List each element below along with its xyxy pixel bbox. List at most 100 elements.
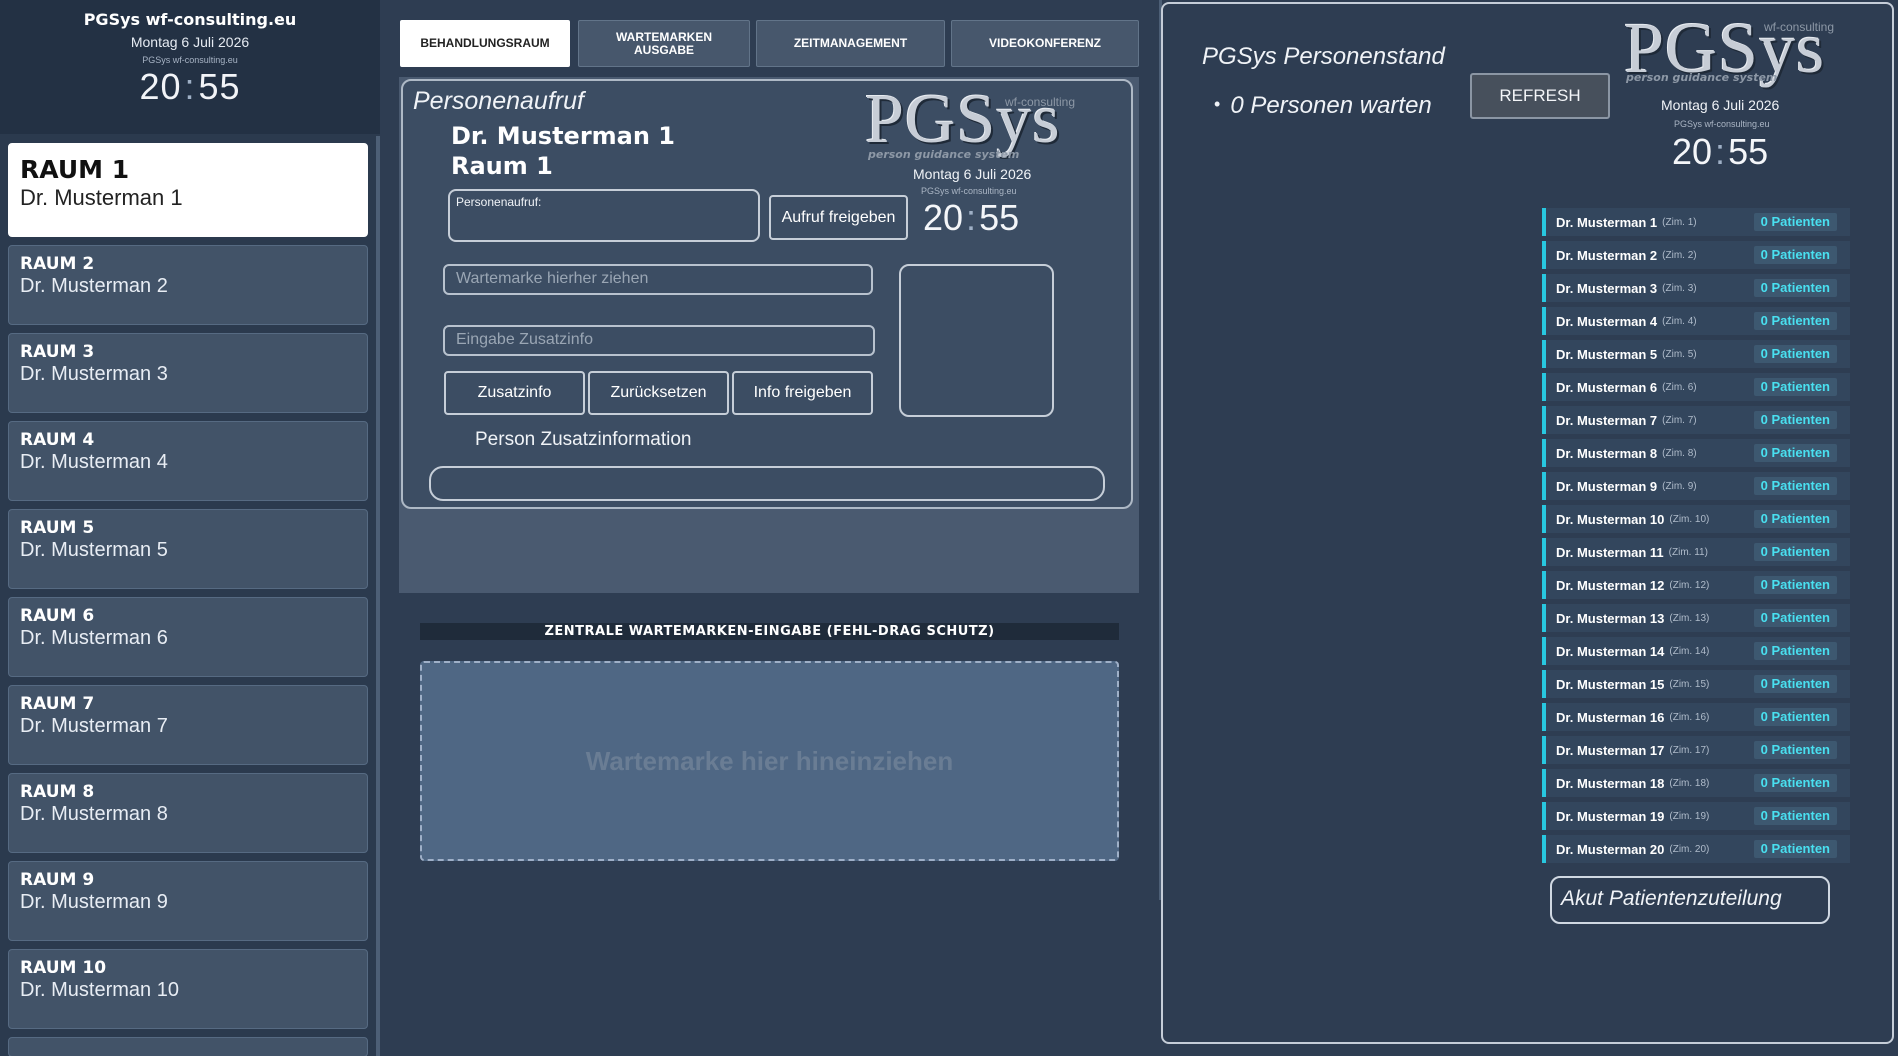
tab-label: ZEITMANAGEMENT (793, 36, 908, 50)
doctor-name: Dr. Musterman 1 (1556, 214, 1658, 230)
doctor-room: (Zim. 14) (1669, 645, 1710, 657)
doctor-row[interactable]: Dr. Musterman 11 (Zim. 11) 0 Patienten (1542, 538, 1850, 566)
doctor-room: (Zim. 8) (1662, 447, 1697, 459)
room-doctor: Dr. Musterman 7 (20, 715, 168, 737)
doctor-row[interactable]: Dr. Musterman 16 (Zim. 16) 0 Patienten (1542, 703, 1850, 731)
patient-count-badge: 0 Patienten (1753, 741, 1837, 759)
doctor-room: (Zim. 19) (1669, 810, 1710, 822)
doctor-row[interactable]: Dr. Musterman 6 (Zim. 6) 0 Patienten (1542, 373, 1850, 401)
room-label: RAUM 10 (20, 958, 107, 978)
header-small-label: PGSys wf-consulting.eu (142, 55, 238, 65)
doctor-name: Dr. Musterman 3 (1556, 280, 1658, 296)
doctor-name: Dr. Musterman 8 (1556, 445, 1658, 461)
extra-info-label: Person Zusatzinformation (475, 429, 692, 450)
doctor-name: Dr. Musterman 2 (1556, 247, 1658, 263)
doctor-room: (Zim. 6) (1662, 381, 1697, 393)
doctor-row[interactable]: Dr. Musterman 5 (Zim. 5) 0 Patienten (1542, 340, 1850, 368)
call-field-label: Personenaufruf: (456, 195, 542, 209)
doctor-name: Dr. Musterman 9 (1556, 478, 1658, 494)
room-item-8[interactable]: RAUM 8 Dr. Musterman 8 (8, 773, 368, 853)
tab-zeitmanagement[interactable]: ZEITMANAGEMENT (756, 20, 945, 67)
room-doctor: Dr. Musterman 5 (20, 539, 168, 561)
doctor-room: (Zim. 2) (1662, 249, 1697, 261)
doctor-row[interactable]: Dr. Musterman 4 (Zim. 4) 0 Patienten (1542, 307, 1850, 335)
doctor-name: Dr. Musterman 7 (1556, 412, 1658, 428)
doctor-row[interactable]: Dr. Musterman 15 (Zim. 15) 0 Patienten (1542, 670, 1850, 698)
tab-behandlungsraum[interactable]: BEHANDLUNGSRAUM (400, 20, 570, 67)
refresh-button[interactable]: REFRESH (1470, 73, 1610, 119)
room-item-6[interactable]: RAUM 6 Dr. Musterman 6 (8, 597, 368, 677)
header-date: Montag 6 Juli 2026 (130, 34, 250, 50)
room-doctor: Dr. Musterman 3 (20, 363, 168, 385)
patient-count-badge: 0 Patienten (1753, 213, 1837, 231)
doctor-room: (Zim. 20) (1669, 843, 1710, 855)
doctor-row[interactable]: Dr. Musterman 2 (Zim. 2) 0 Patienten (1542, 241, 1850, 269)
room-item-partial[interactable] (8, 1037, 368, 1056)
doctor-room: (Zim. 16) (1669, 711, 1710, 723)
doctor-row[interactable]: Dr. Musterman 7 (Zim. 7) 0 Patienten (1542, 406, 1850, 434)
room-label: RAUM 7 (20, 694, 95, 714)
call-input-field[interactable]: Personenaufruf: (448, 189, 760, 242)
logo-tagline: wf-consulting (1764, 20, 1835, 34)
org-name: PGSys wf-consulting.eu (83, 10, 297, 29)
doctor-row[interactable]: Dr. Musterman 20 (Zim. 20) 0 Patienten (1542, 835, 1850, 863)
doctor-room: (Zim. 17) (1669, 744, 1710, 756)
ticket-preview-box (899, 264, 1054, 417)
doctor-room: (Zim. 13) (1669, 612, 1710, 624)
doctor-room: (Zim. 12) (1669, 579, 1710, 591)
release-info-button[interactable]: Info freigeben (732, 371, 873, 415)
doctor-row[interactable]: Dr. Musterman 14 (Zim. 14) 0 Patienten (1542, 637, 1850, 665)
doctor-row[interactable]: Dr. Musterman 13 (Zim. 13) 0 Patienten (1542, 604, 1850, 632)
doctor-row[interactable]: Dr. Musterman 12 (Zim. 12) 0 Patienten (1542, 571, 1850, 599)
release-call-button[interactable]: Aufruf freigeben (769, 195, 908, 240)
doctor-name: Dr. Musterman 6 (1556, 379, 1658, 395)
status-clock: 20:55 (1672, 131, 1769, 172)
doctor-row[interactable]: Dr. Musterman 1 (Zim. 1) 0 Patienten (1542, 208, 1850, 236)
doctor-name: Dr. Musterman 13 (1556, 610, 1665, 626)
room-item-4[interactable]: RAUM 4 Dr. Musterman 4 (8, 421, 368, 501)
ticket-drop-input[interactable]: Wartemarke hierher ziehen (443, 264, 873, 295)
sidebar-scrollbar[interactable] (376, 136, 380, 1056)
doctor-name: Dr. Musterman 14 (1556, 643, 1665, 659)
doctor-row[interactable]: Dr. Musterman 3 (Zim. 3) 0 Patienten (1542, 274, 1850, 302)
extra-info-button[interactable]: Zusatzinfo (444, 371, 585, 415)
dropzone-title: ZENTRALE WARTEMARKEN-EINGABE (FEHL-DRAG … (420, 623, 1119, 640)
doctor-name: Dr. Musterman 19 (1556, 808, 1665, 824)
room-label: RAUM 1 (20, 155, 130, 184)
room-item-1[interactable]: RAUM 1 Dr. Musterman 1 (8, 143, 368, 237)
room-item-10[interactable]: RAUM 10 Dr. Musterman 10 (8, 949, 368, 1029)
doctor-row[interactable]: Dr. Musterman 19 (Zim. 19) 0 Patienten (1542, 802, 1850, 830)
doctor-row[interactable]: Dr. Musterman 17 (Zim. 17) 0 Patienten (1542, 736, 1850, 764)
room-doctor: Dr. Musterman 8 (20, 803, 168, 825)
room-item-9[interactable]: RAUM 9 Dr. Musterman 9 (8, 861, 368, 941)
doctor-room: (Zim. 1) (1662, 216, 1697, 228)
doctor-row[interactable]: Dr. Musterman 9 (Zim. 9) 0 Patienten (1542, 472, 1850, 500)
room-label: RAUM 8 (20, 782, 95, 802)
room-item-7[interactable]: RAUM 7 Dr. Musterman 7 (8, 685, 368, 765)
tab-wartemarken-ausgabe[interactable]: WARTEMARKEN AUSGABE (578, 20, 750, 67)
doctor-name: Dr. Musterman 18 (1556, 775, 1665, 791)
patient-count-badge: 0 Patienten (1753, 642, 1837, 660)
acute-assignment-button[interactable]: Akut Patientenzuteilung (1550, 876, 1830, 924)
reset-button[interactable]: Zurücksetzen (588, 371, 729, 415)
status-title: PGSys Personenstand (1202, 43, 1445, 70)
clock-minutes: 55 (979, 197, 1020, 238)
doctor-room: (Zim. 11) (1668, 546, 1708, 558)
extra-info-input[interactable]: Eingabe Zusatzinfo (443, 325, 875, 356)
room-name: Raum 1 (451, 152, 553, 180)
doctor-row[interactable]: Dr. Musterman 18 (Zim. 18) 0 Patienten (1542, 769, 1850, 797)
patient-count-badge: 0 Patienten (1753, 543, 1837, 561)
sidebar-header: PGSys wf-consulting.eu Montag 6 Juli 202… (0, 0, 380, 134)
tab-videokonferenz[interactable]: VIDEOKONFERENZ (951, 20, 1139, 67)
status-panel: PGSys Personenstand • 0 Personen warten R… (1161, 2, 1894, 1044)
doctor-row[interactable]: Dr. Musterman 8 (Zim. 8) 0 Patienten (1542, 439, 1850, 467)
room-label: RAUM 9 (20, 870, 95, 890)
ticket-dropzone[interactable]: Wartemarke hier hineinziehen (420, 661, 1119, 861)
doctor-row[interactable]: Dr. Musterman 10 (Zim. 10) 0 Patienten (1542, 505, 1850, 533)
doctor-name: Dr. Musterman 11 (1556, 544, 1664, 560)
room-item-2[interactable]: RAUM 2 Dr. Musterman 2 (8, 245, 368, 325)
room-item-5[interactable]: RAUM 5 Dr. Musterman 5 (8, 509, 368, 589)
patient-count-badge: 0 Patienten (1753, 675, 1837, 693)
room-item-3[interactable]: RAUM 3 Dr. Musterman 3 (8, 333, 368, 413)
room-label: RAUM 3 (20, 342, 95, 362)
